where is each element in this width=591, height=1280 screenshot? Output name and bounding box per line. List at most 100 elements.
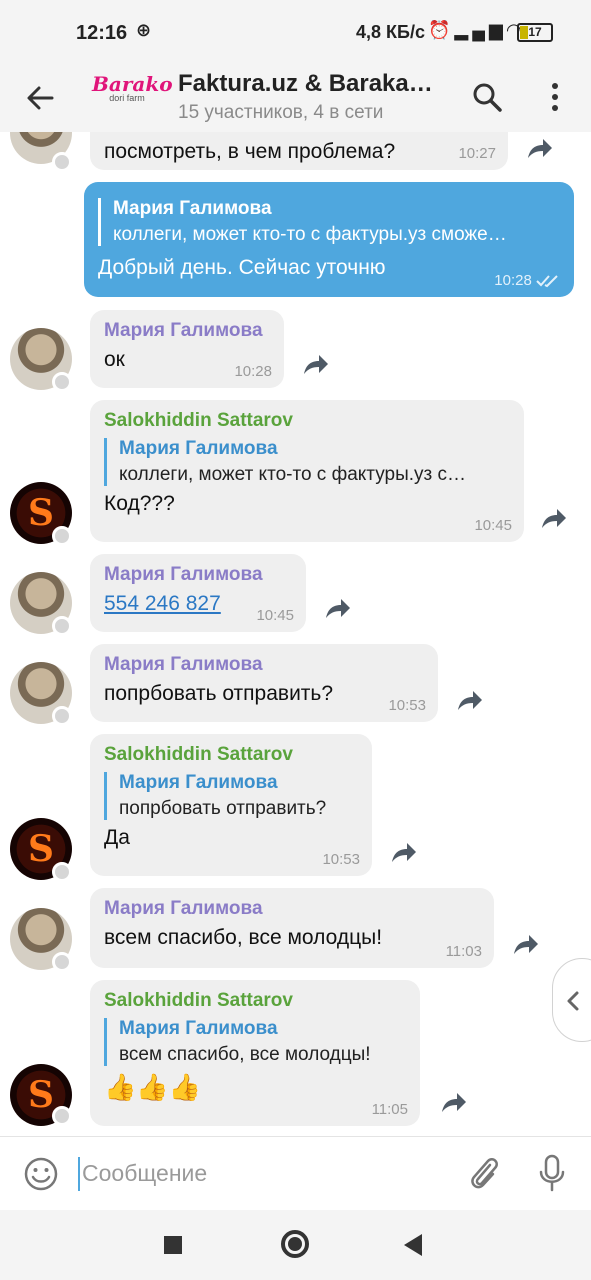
chevron-left-icon [567, 991, 579, 1011]
reply-preview[interactable]: Мария Галимова коллеги, может кто-то с ф… [104, 438, 510, 486]
signal-icon: ▂▄▆ [454, 20, 507, 40]
chat-header: Barako dori farm Faktura.uz & Baraka… 15… [0, 62, 591, 132]
smile-icon [24, 1157, 58, 1191]
double-check-icon [536, 275, 558, 288]
message-time: 10:53 [388, 697, 426, 714]
outgoing-message-bubble[interactable]: Мария Галимова коллеги, может кто-то с ф… [84, 182, 574, 297]
sender-name[interactable]: Мария Галимова [104, 654, 424, 676]
back-button[interactable] [22, 80, 58, 116]
message-time: 10:28 [234, 363, 272, 380]
arrow-left-icon [27, 86, 54, 110]
chat-subtitle: 15 участников, 4 в сети [178, 102, 384, 123]
more-vertical-icon [552, 83, 558, 111]
search-icon [473, 83, 502, 112]
alarm-icon: ⏰ [428, 20, 455, 40]
search-button[interactable] [470, 80, 504, 114]
home-button[interactable] [281, 1230, 309, 1258]
side-panel-button[interactable] [552, 958, 591, 1042]
battery-icon: 17 [517, 23, 553, 42]
online-indicator [52, 1106, 72, 1126]
reply-preview[interactable]: Мария Галимова всем спасибо, все молодцы… [104, 1018, 406, 1066]
avatar-letter: S [28, 1074, 54, 1116]
share-arrow-icon[interactable] [322, 594, 352, 624]
message-time: 10:45 [474, 517, 512, 534]
message-text: всем спасибо, все молодцы! [104, 926, 383, 949]
more-menu-button[interactable] [540, 80, 570, 114]
recents-button[interactable] [164, 1236, 182, 1254]
avatar-letter: S [28, 492, 54, 534]
message-text: 👍👍👍 [104, 1072, 202, 1102]
share-arrow-icon[interactable] [438, 1088, 468, 1118]
reply-text: попрбовать отправить? [119, 798, 327, 819]
share-arrow-icon[interactable] [538, 504, 568, 534]
avatar-letter: S [28, 828, 54, 870]
system-back-button[interactable] [404, 1234, 422, 1256]
message-time: 10:53 [322, 851, 360, 868]
sender-name[interactable]: Мария Галимова [104, 898, 480, 920]
share-arrow-icon[interactable] [388, 838, 418, 868]
share-arrow-icon[interactable] [300, 350, 330, 380]
message-bubble[interactable]: Мария Галимова всем спасибо, все молодцы… [90, 888, 494, 968]
online-indicator [52, 372, 72, 392]
online-indicator [52, 152, 72, 172]
message-time: 11:05 [371, 1101, 408, 1118]
group-avatar[interactable]: Barako dori farm [92, 72, 173, 124]
message-bubble[interactable]: Salokhiddin Sattarov Мария Галимова попр… [90, 734, 372, 876]
share-arrow-icon[interactable] [524, 134, 554, 164]
message-text: Да [104, 826, 130, 849]
message-time: 10:45 [256, 607, 294, 624]
voice-message-button[interactable] [534, 1153, 570, 1193]
reply-preview[interactable]: Мария Галимова попрбовать отправить? [104, 772, 358, 820]
reply-sender: Мария Галимова [113, 198, 272, 219]
message-time-value: 10:28 [494, 272, 532, 289]
reply-sender: Мария Галимова [119, 1018, 278, 1039]
online-indicator [52, 706, 72, 726]
sender-name[interactable]: Мария Галимова [104, 320, 270, 342]
message-input-bar [0, 1136, 591, 1210]
text-cursor [78, 1157, 80, 1191]
online-indicator [52, 952, 72, 972]
sender-name[interactable]: Salokhiddin Sattarov [104, 410, 510, 432]
message-time: 10:28 [494, 272, 560, 289]
online-indicator [52, 526, 72, 546]
share-arrow-icon[interactable] [510, 930, 540, 960]
system-nav-bar [0, 1210, 591, 1280]
chat-title[interactable]: Faktura.uz & Baraka… [178, 70, 448, 98]
message-bubble[interactable]: Мария Галимова попрбовать отправить? 10:… [90, 644, 438, 722]
message-time: 10:27 [458, 145, 496, 162]
message-text: Добрый день. Сейчас уточню [98, 256, 386, 279]
reply-preview[interactable]: Мария Галимова коллеги, может кто-то с ф… [98, 198, 560, 246]
message-bubble[interactable]: Мария Галимова ок 10:28 [90, 310, 284, 388]
message-bubble[interactable]: посмотреть, в чем проблема? 10:27 [90, 132, 508, 170]
data-saver-icon: ⊕ [136, 20, 152, 40]
sender-name[interactable]: Salokhiddin Sattarov [104, 990, 406, 1012]
battery-level: 17 [528, 25, 542, 39]
status-bar: 12:16 ⊕ 4,8 КБ/с ⏰▂▄▆◠ 17 [0, 0, 591, 62]
message-list[interactable]: посмотреть, в чем проблема? 10:27 Мария … [0, 132, 591, 1136]
reply-sender: Мария Галимова [119, 438, 278, 459]
message-text: попрбовать отправить? [104, 682, 334, 705]
attach-button[interactable] [466, 1153, 502, 1193]
message-bubble[interactable]: Мария Галимова 554 246 827 10:45 [90, 554, 306, 632]
reply-text: всем спасибо, все молодцы! [119, 1044, 371, 1065]
reply-text: коллеги, может кто-то с фактуры.уз с… [119, 464, 467, 485]
message-bubble[interactable]: Salokhiddin Sattarov Мария Галимова колл… [90, 400, 524, 542]
share-arrow-icon[interactable] [454, 686, 484, 716]
status-time: 12:16 [76, 22, 128, 44]
message-text: посмотреть, в чем проблема? [104, 140, 396, 163]
network-speed: 4,8 КБ/с [356, 22, 425, 42]
emoji-button[interactable] [22, 1155, 60, 1193]
message-time: 11:03 [445, 943, 482, 960]
message-text: Код??? [104, 492, 175, 515]
sender-name[interactable]: Мария Галимова [104, 564, 292, 586]
sender-name[interactable]: Salokhiddin Sattarov [104, 744, 358, 766]
paperclip-icon [471, 1158, 498, 1189]
reply-text: коллеги, может кто-то с фактуры.уз сможе… [113, 224, 507, 245]
online-indicator [52, 616, 72, 636]
message-bubble[interactable]: Salokhiddin Sattarov Мария Галимова всем… [90, 980, 420, 1126]
status-icons: ⏰▂▄▆◠ [428, 20, 525, 41]
reply-sender: Мария Галимова [119, 772, 278, 793]
message-input[interactable] [82, 1153, 442, 1193]
microphone-icon [539, 1154, 565, 1192]
online-indicator [52, 862, 72, 882]
